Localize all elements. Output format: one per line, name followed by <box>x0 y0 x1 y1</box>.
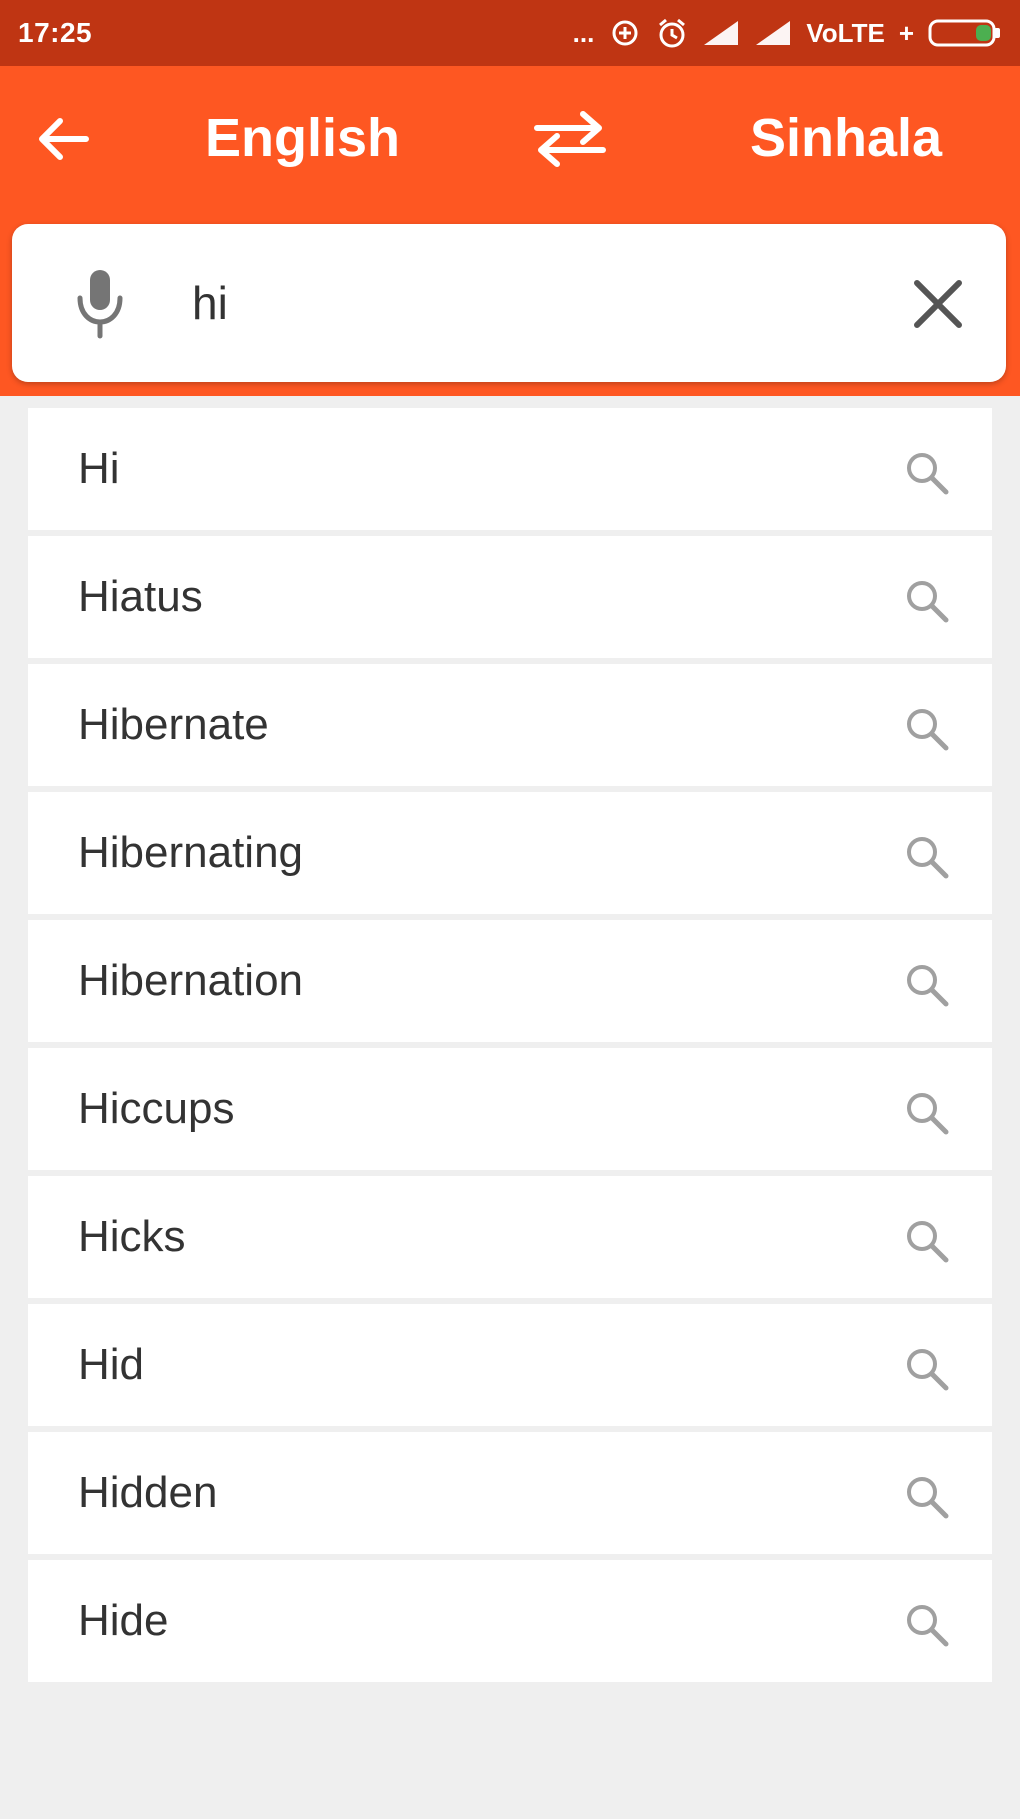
close-icon <box>914 280 962 328</box>
volte-label: VoLTE <box>806 17 885 48</box>
suggestion-word: Hibernation <box>78 956 304 1005</box>
more-notifications-dots: ... <box>572 17 595 48</box>
search-icon <box>907 1221 949 1263</box>
search-icon <box>907 837 949 879</box>
search-icon <box>907 1477 949 1519</box>
suggestion-list: Hi Hiatus Hibernate Hibernating Hibernat… <box>28 408 992 1688</box>
charging-indicator: + <box>898 17 914 48</box>
microphone-icon <box>77 270 123 339</box>
swap-languages-button[interactable] <box>530 104 610 174</box>
suggestion-item[interactable]: Hibernate <box>28 664 992 786</box>
search-card <box>12 224 1006 382</box>
suggestion-word: Hide <box>78 1596 169 1645</box>
suggestion-item[interactable]: Hicks <box>28 1176 992 1298</box>
clear-search-button[interactable] <box>906 272 970 336</box>
search-icon <box>907 1349 949 1391</box>
alarm-icon <box>659 18 686 48</box>
suggestion-word: Hidden <box>78 1468 218 1517</box>
suggestion-item[interactable]: Hi <box>28 408 992 530</box>
status-time: 17:25 <box>18 17 93 48</box>
arrow-left-icon <box>39 118 89 160</box>
back-button[interactable] <box>30 106 96 172</box>
suggestion-item[interactable]: Hid <box>28 1304 992 1426</box>
suggestion-word: Hibernating <box>78 828 304 877</box>
suggestion-item[interactable]: Hibernation <box>28 920 992 1042</box>
status-icons: ... VoLTE + <box>573 17 1002 49</box>
search-icon <box>907 1093 949 1135</box>
app-bar: English Sinhala <box>0 66 1020 396</box>
target-language-button[interactable]: Sinhala <box>750 108 942 168</box>
suggestion-word: Hid <box>78 1340 145 1389</box>
search-icon <box>907 581 949 623</box>
source-language-button[interactable]: English <box>205 108 400 168</box>
voice-search-button[interactable] <box>64 266 136 342</box>
data-saver-icon <box>612 20 638 46</box>
battery-icon <box>928 19 1000 47</box>
suggestion-word: Hicks <box>78 1212 186 1261</box>
suggestion-word: Hiccups <box>78 1084 235 1133</box>
suggestion-word: Hibernate <box>78 700 269 749</box>
suggestion-word: Hi <box>78 444 120 493</box>
status-bar: 17:25 ... VoLTE + <box>0 0 1020 66</box>
suggestion-item[interactable]: Hiccups <box>28 1048 992 1170</box>
swap-arrows-icon <box>534 111 606 167</box>
search-icon <box>907 709 949 751</box>
suggestion-item[interactable]: Hibernating <box>28 792 992 914</box>
signal-icon-sim1 <box>704 21 739 45</box>
suggestion-item[interactable]: Hiatus <box>28 536 992 658</box>
suggestion-word: Hiatus <box>78 572 203 621</box>
search-icon <box>907 1605 949 1647</box>
search-icon <box>907 965 949 1007</box>
suggestion-item[interactable]: Hide <box>28 1560 992 1682</box>
suggestion-item[interactable]: Hidden <box>28 1432 992 1554</box>
signal-icon-sim2 <box>756 21 791 45</box>
search-input[interactable] <box>192 268 752 338</box>
search-icon <box>907 453 949 495</box>
